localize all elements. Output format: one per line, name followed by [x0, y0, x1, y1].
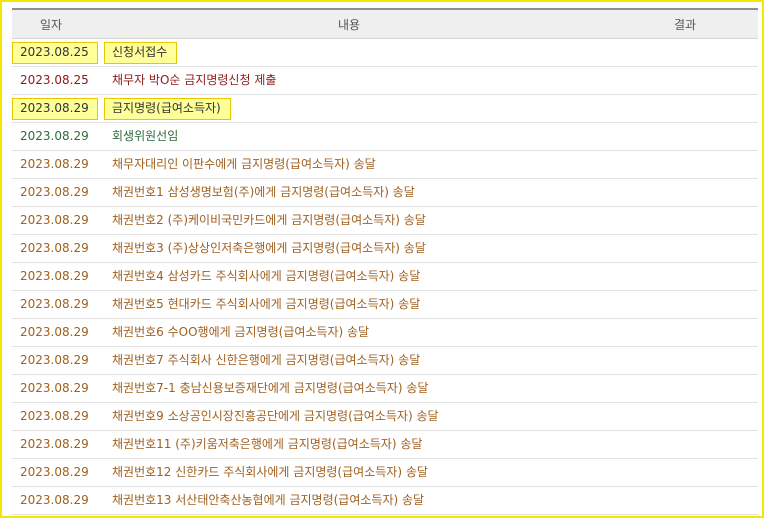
- header-content: 내용: [338, 18, 361, 32]
- row-content[interactable]: 채권번호5 현대카드 주식회사에게 금지명령(급여소득자) 송달: [112, 291, 420, 318]
- row-date: 2023.08.29: [20, 381, 89, 395]
- table-row: 2023.08.29 채권번호3 (주)상상인저축은행에게 금지명령(급여소득자)…: [12, 235, 758, 263]
- row-date: 2023.08.29: [20, 185, 89, 199]
- row-content[interactable]: 채무자대리인 이판수에게 금지명령(급여소득자) 송달: [112, 151, 376, 178]
- table-header: 일자 내용 결과: [12, 8, 758, 39]
- row-date: 2023.08.29: [20, 353, 89, 367]
- row-content[interactable]: 채권번호1 삼성생명보험(주)에게 금지명령(급여소득자) 송달: [112, 179, 415, 206]
- row-content[interactable]: 채권번호9 소상공인시장진흥공단에게 금지명령(급여소득자) 송달: [112, 403, 439, 430]
- row-content[interactable]: 채권번호7-1 충남신용보증재단에게 금지명령(급여소득자) 송달: [112, 375, 428, 402]
- table-body: 2023.08.25 신청서접수 2023.08.25 채무자 박O순 금지명령신청 …: [12, 39, 758, 515]
- table-row: 2023.08.29 채권번호11 (주)키움저축은행에게 금지명령(급여소득자)…: [12, 431, 758, 459]
- row-content[interactable]: 채권번호13 서산태안축산농협에게 금지명령(급여소득자) 송달: [112, 487, 424, 514]
- table-row: 2023.08.29 채무자대리인 이판수에게 금지명령(급여소득자) 송달: [12, 151, 758, 179]
- table-row: 2023.08.29 회생위원선임: [12, 123, 758, 151]
- table-row: 2023.08.29 채권번호7-1 충남신용보증재단에게 금지명령(급여소득자)…: [12, 375, 758, 403]
- row-content[interactable]: 채권번호11 (주)키움저축은행에게 금지명령(급여소득자) 송달: [112, 431, 422, 458]
- row-content[interactable]: 채권번호6 수OO행에게 금지명령(급여소득자) 송달: [112, 319, 369, 346]
- row-date: 2023.08.29: [20, 409, 89, 423]
- table-row: 2023.08.29 채권번호12 신한카드 주식회사에게 금지명령(급여소득자)…: [12, 459, 758, 487]
- row-content[interactable]: 채권번호7 주식회사 신한은행에게 금지명령(급여소득자) 송달: [112, 347, 420, 374]
- row-date: 2023.08.29: [20, 269, 89, 283]
- row-content[interactable]: 채권번호12 신한카드 주식회사에게 금지명령(급여소득자) 송달: [112, 459, 428, 486]
- row-date: 2023.08.29: [20, 157, 89, 171]
- table-row: 2023.08.29 채권번호13 서산태안축산농협에게 금지명령(급여소득자) …: [12, 487, 758, 515]
- row-content[interactable]: 금지명령(급여소득자): [112, 95, 221, 122]
- table-row: 2023.08.29 채권번호6 수OO행에게 금지명령(급여소득자) 송달: [12, 319, 758, 347]
- row-date: 2023.08.29: [20, 213, 89, 227]
- row-date: 2023.08.29: [20, 465, 89, 479]
- table-row: 2023.08.29 채권번호4 삼성카드 주식회사에게 금지명령(급여소득자) …: [12, 263, 758, 291]
- row-content[interactable]: 채권번호4 삼성카드 주식회사에게 금지명령(급여소득자) 송달: [112, 263, 420, 290]
- row-content[interactable]: 채무자 박O순 금지명령신청 제출: [112, 67, 276, 94]
- table-row: 2023.08.29 채권번호2 (주)케이비국민카드에게 금지명령(급여소득자)…: [12, 207, 758, 235]
- row-date: 2023.08.29: [20, 437, 89, 451]
- row-date: 2023.08.29: [20, 493, 89, 507]
- row-content[interactable]: 채권번호3 (주)상상인저축은행에게 금지명령(급여소득자) 송달: [112, 235, 426, 262]
- row-date: 2023.08.29: [20, 101, 89, 115]
- row-content[interactable]: 신청서접수: [112, 39, 167, 66]
- row-date: 2023.08.25: [20, 45, 89, 59]
- row-content[interactable]: 채권번호2 (주)케이비국민카드에게 금지명령(급여소득자) 송달: [112, 207, 426, 234]
- row-date: 2023.08.29: [20, 129, 89, 143]
- row-date: 2023.08.29: [20, 241, 89, 255]
- table-row: 2023.08.29 채권번호9 소상공인시장진흥공단에게 금지명령(급여소득자)…: [12, 403, 758, 431]
- highlight-frame: 일자 내용 결과 2023.08.25 신청서접수 2023.08.25 채무자 박O…: [0, 0, 764, 518]
- table-row: 2023.08.25 채무자 박O순 금지명령신청 제출: [12, 67, 758, 95]
- row-content[interactable]: 회생위원선임: [112, 123, 178, 150]
- header-result: 결과: [674, 18, 697, 32]
- case-progress-table: 일자 내용 결과 2023.08.25 신청서접수 2023.08.25 채무자 박O…: [12, 8, 758, 515]
- row-date: 2023.08.25: [20, 73, 89, 87]
- table-row: 2023.08.29 채권번호7 주식회사 신한은행에게 금지명령(급여소득자) …: [12, 347, 758, 375]
- header-date: 일자: [40, 18, 63, 32]
- table-row: 2023.08.29 금지명령(급여소득자): [12, 95, 758, 123]
- row-date: 2023.08.29: [20, 297, 89, 311]
- table-row: 2023.08.29 채권번호1 삼성생명보험(주)에게 금지명령(급여소득자) …: [12, 179, 758, 207]
- row-date: 2023.08.29: [20, 325, 89, 339]
- table-row: 2023.08.25 신청서접수: [12, 39, 758, 67]
- table-row: 2023.08.29 채권번호5 현대카드 주식회사에게 금지명령(급여소득자) …: [12, 291, 758, 319]
